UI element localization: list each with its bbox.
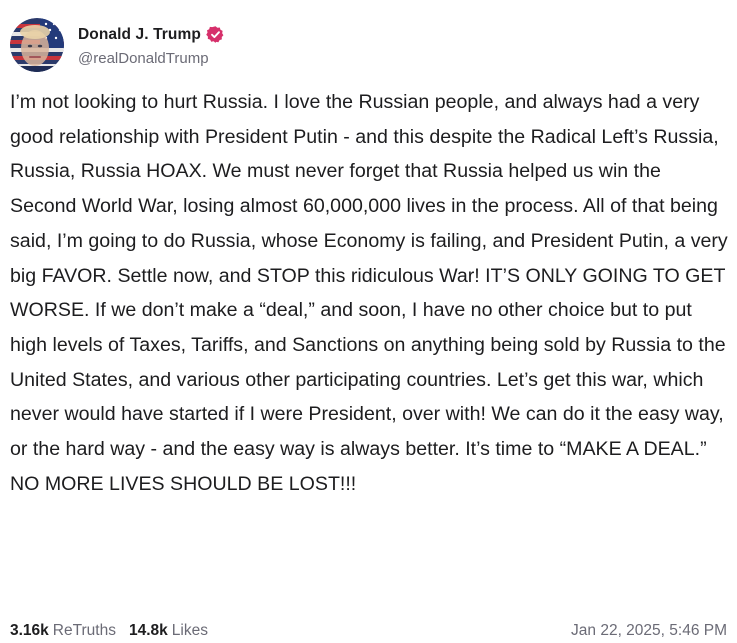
author-handle[interactable]: @realDonaldTrump bbox=[78, 50, 225, 67]
post-header: Donald J. Trump @realDonaldTrump bbox=[10, 17, 225, 73]
likes-count: 14.8k bbox=[128, 622, 168, 639]
author-display-name[interactable]: Donald J. Trump bbox=[78, 26, 201, 44]
verified-badge-icon bbox=[206, 25, 225, 44]
post-card: Donald J. Trump @realDonaldTrump I’m not… bbox=[0, 0, 737, 643]
post-footer: 3.16k ReTruths 14.8k Likes Jan 22, 2025,… bbox=[10, 620, 727, 642]
author-names: Donald J. Trump @realDonaldTrump bbox=[78, 24, 225, 67]
post-timestamp[interactable]: Jan 22, 2025, 5:46 PM bbox=[571, 622, 727, 640]
retruths-stat[interactable]: 3.16k ReTruths bbox=[10, 622, 116, 640]
display-name-row: Donald J. Trump bbox=[78, 24, 225, 46]
post-text: I’m not looking to hurt Russia. I love t… bbox=[10, 91, 728, 495]
retruths-label: ReTruths bbox=[52, 622, 116, 639]
avatar[interactable] bbox=[10, 18, 64, 72]
retruths-count: 3.16k bbox=[10, 622, 49, 639]
likes-stat[interactable]: 14.8k Likes bbox=[129, 622, 208, 640]
likes-label: Likes bbox=[171, 622, 208, 639]
avatar-image bbox=[10, 18, 64, 72]
